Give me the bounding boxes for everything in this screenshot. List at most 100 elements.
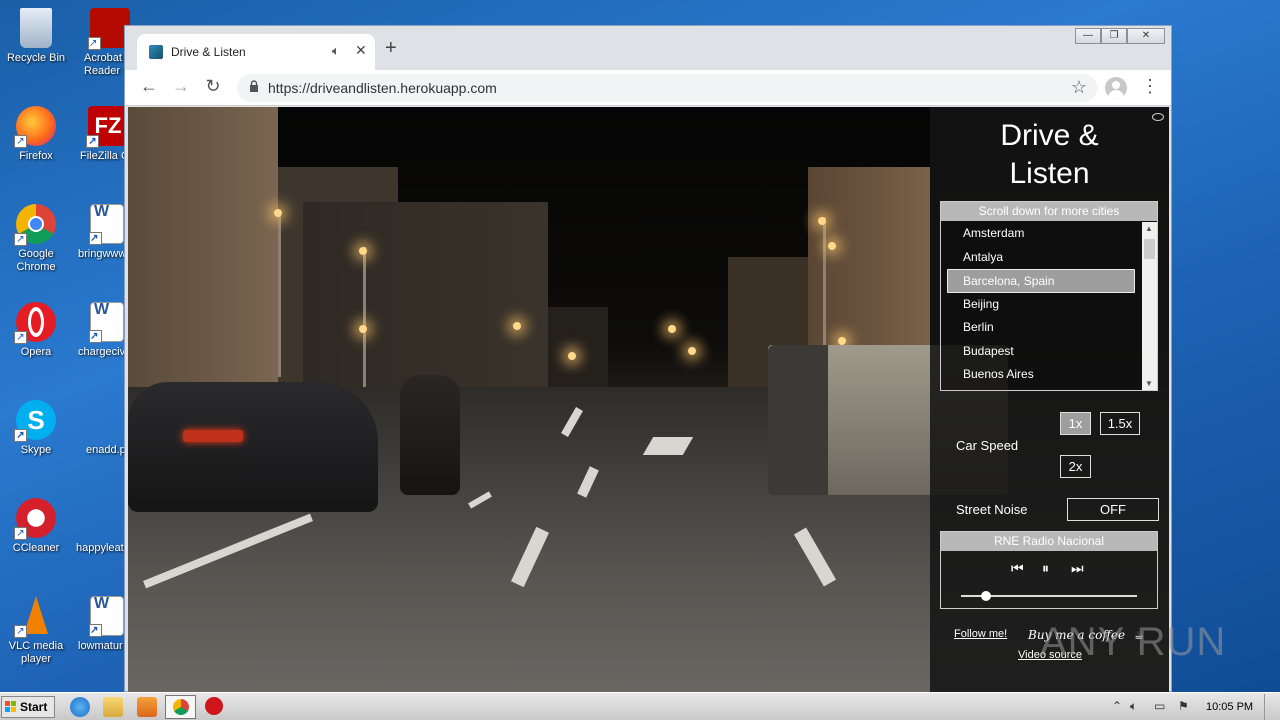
car-speed-label: Car Speed (956, 438, 1019, 453)
desktop-icon-skype[interactable]: S ↗ Skype (0, 400, 72, 457)
street-lamp (688, 347, 696, 355)
desktop-icon-doc-bringwww[interactable]: W ↗ bringwww (78, 204, 126, 261)
desktop-icon-opera[interactable]: ↗ Opera (0, 302, 72, 359)
desktop-icon-label: chargecivi (78, 346, 126, 358)
taskbar-clock[interactable]: 10:05 PM (1206, 701, 1253, 713)
street-lamp (828, 242, 836, 250)
building (128, 107, 278, 407)
control-panel: Drive & Listen Scroll down for more citi… (930, 107, 1169, 692)
account-avatar-icon[interactable] (1105, 77, 1127, 99)
scroll-down-icon[interactable]: ▼ (1145, 379, 1153, 388)
desktop-icon-label: Google Chrome (16, 248, 56, 273)
city-list[interactable]: Amsterdam Antalya Barcelona, Spain Beiji… (941, 222, 1141, 390)
reload-icon[interactable]: ↻ (201, 76, 225, 97)
city-item[interactable]: Amsterdam (941, 222, 1141, 246)
volume-icon[interactable]: 🔈︎ (1130, 699, 1137, 714)
volume-slider[interactable] (961, 591, 1137, 601)
vlc-icon: ↗ (14, 596, 56, 638)
street-lamp (818, 217, 826, 225)
scroll-up-icon[interactable]: ▲ (1145, 224, 1153, 233)
tab-drive-and-listen[interactable]: Drive & Listen 🔈︎ ✕ (137, 34, 375, 70)
pause-icon[interactable]: ⏸ (1042, 560, 1049, 577)
chrome-icon: ↗ (14, 204, 56, 246)
desktop-icon-vlc[interactable]: ↗ VLC media player (0, 596, 72, 666)
taskbar-chrome-button[interactable] (165, 695, 196, 719)
desktop-icon-doc-chargecivi[interactable]: W ↗ chargecivi (78, 302, 126, 359)
address-bar[interactable]: https://driveandlisten.herokuapp.com ☆ (237, 74, 1097, 102)
desktop-icon-filezilla[interactable]: FZ↗ FileZilla Client (80, 106, 128, 163)
media-player-icon[interactable] (137, 697, 157, 717)
word-doc-icon: W ↗ (89, 204, 124, 245)
new-tab-button[interactable]: + (385, 38, 397, 58)
street-lamp (513, 322, 521, 330)
speaker-icon[interactable]: 🔈︎ (332, 43, 340, 59)
radio-station-name: RNE Radio Nacional (941, 532, 1157, 551)
city-selector[interactable]: Scroll down for more cities Amsterdam An… (940, 201, 1158, 391)
city-item[interactable]: Budapest (941, 340, 1141, 364)
desktop-icon-label: FileZilla Client (80, 150, 128, 162)
close-window-button[interactable]: ✕ (1127, 28, 1165, 44)
city-item[interactable]: Beijing (941, 293, 1141, 317)
speed-1-5x-button[interactable]: 1.5x (1100, 412, 1140, 435)
start-label: Start (20, 700, 48, 714)
street-lamp (668, 325, 676, 333)
city-item[interactable]: Antalya (941, 246, 1141, 270)
opera-icon: ↗ (14, 302, 56, 344)
menu-dots-icon[interactable]: ⋮ (1141, 76, 1159, 97)
desktop-icon-recycle-bin[interactable]: Recycle Bin (0, 8, 72, 65)
street-lamp (838, 337, 846, 345)
opera-icon[interactable] (205, 697, 223, 715)
volume-knob[interactable] (980, 591, 991, 601)
tab-close-button[interactable]: ✕ (355, 42, 367, 59)
desktop-icon-label: VLC media player (8, 640, 64, 665)
street-lamp (359, 247, 367, 255)
page-content: Drive & Listen Scroll down for more citi… (128, 107, 1169, 692)
tray-expand-icon[interactable]: ⌃ (1112, 699, 1122, 713)
city-list-scrollbar[interactable]: ▲ ▼ (1142, 222, 1157, 390)
desktop-icon-label: Recycle Bin (6, 52, 66, 64)
speed-1x-button[interactable]: 1x (1060, 412, 1091, 435)
city-item[interactable]: Buenos Aires (941, 363, 1141, 387)
previous-track-icon[interactable]: ⏮ (1011, 560, 1024, 577)
desktop-icon-label: Skype (20, 444, 52, 456)
start-button[interactable]: Start (1, 696, 55, 718)
car (128, 382, 378, 512)
follow-me-link[interactable]: Follow me! (954, 628, 1007, 640)
scooter (400, 375, 460, 495)
desktop-icon-doc-lowmatur[interactable]: W ↗ lowmatur (78, 596, 126, 653)
internet-explorer-icon[interactable] (70, 697, 90, 717)
show-desktop-button[interactable] (1264, 694, 1278, 720)
forward-arrow-icon[interactable]: → (169, 76, 193, 97)
desktop-icon-firefox[interactable]: ↗ Firefox (0, 106, 72, 163)
action-center-flag-icon[interactable]: ⚑ (1178, 699, 1189, 713)
network-icon[interactable]: ▭ (1154, 699, 1165, 713)
street-noise-toggle[interactable]: OFF (1067, 498, 1159, 521)
street-lamp (568, 352, 576, 360)
street-pole (278, 212, 281, 377)
desktop-icon-ccleaner[interactable]: ↗ CCleaner (0, 498, 72, 555)
lock-icon (250, 80, 258, 92)
scrollbar-thumb[interactable] (1144, 239, 1155, 259)
speed-2x-button[interactable]: 2x (1060, 455, 1091, 478)
street-lamp (359, 325, 367, 333)
tab-title: Drive & Listen (171, 45, 246, 59)
bookmark-star-icon[interactable]: ☆ (1071, 77, 1087, 98)
city-item-selected[interactable]: Barcelona, Spain (947, 269, 1135, 293)
desktop-icon-chrome[interactable]: ↗ Google Chrome (0, 204, 72, 274)
next-track-icon[interactable]: ⏭ (1071, 560, 1084, 577)
minimize-button[interactable]: — (1075, 28, 1101, 44)
back-arrow-icon[interactable]: ← (137, 76, 161, 97)
street-noise-label: Street Noise (956, 502, 1028, 517)
chrome-icon (173, 699, 189, 715)
firefox-icon: ↗ (14, 106, 56, 148)
radio-player: RNE Radio Nacional ⏮ ⏸ ⏭ (940, 531, 1158, 609)
street-pole (363, 247, 366, 397)
desktop-icon-label: lowmatur (78, 640, 123, 652)
street-lamp (274, 209, 282, 217)
watermark-text: ANY RUN (1040, 620, 1227, 664)
file-explorer-icon[interactable] (103, 697, 123, 717)
desktop-icon-happyleat[interactable]: happyleat (76, 498, 124, 555)
city-list-header: Scroll down for more cities (941, 202, 1157, 221)
city-item[interactable]: Berlin (941, 316, 1141, 340)
restore-button[interactable]: ❐ (1101, 28, 1127, 44)
